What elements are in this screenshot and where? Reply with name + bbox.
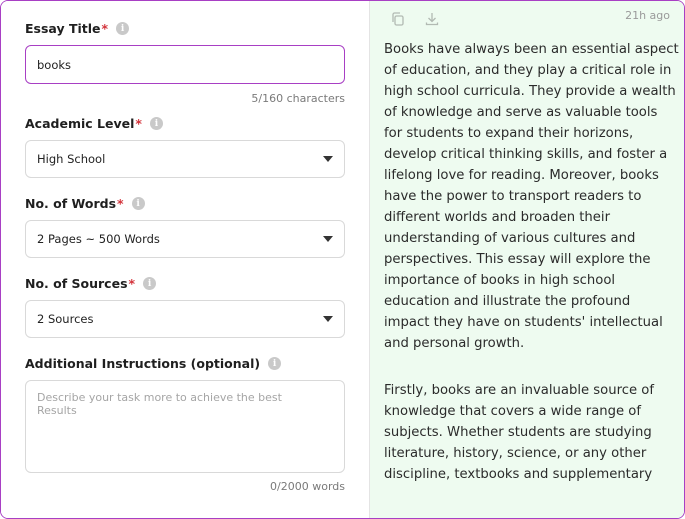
academic-level-value: High School: [37, 152, 106, 166]
essay-paragraph: Books have always been an essential aspe…: [384, 42, 679, 351]
academic-level-select[interactable]: High School: [25, 140, 345, 178]
caret-down-icon: [323, 156, 333, 162]
info-icon[interactable]: i: [131, 197, 145, 210]
download-icon[interactable]: [424, 11, 440, 27]
title-char-counter: 5/160 characters: [251, 92, 345, 105]
caret-down-icon: [323, 236, 333, 242]
required-mark: *: [135, 116, 142, 131]
essay-generator-panel: Essay Title* i 5/160 characters Academic…: [0, 0, 685, 519]
sources-value: 2 Sources: [37, 312, 94, 326]
essay-title-input[interactable]: [25, 45, 345, 84]
word-count-select[interactable]: 2 Pages ~ 500 Words: [25, 220, 345, 258]
sources-select[interactable]: 2 Sources: [25, 300, 345, 338]
instructions-label: Additional Instructions (optional) i: [25, 356, 282, 371]
instructions-word-counter: 0/2000 words: [270, 480, 345, 493]
output-toolbar: [390, 11, 440, 27]
word-count-label: No. of Words * i: [25, 196, 145, 211]
required-mark: *: [128, 276, 136, 291]
required-mark: *: [117, 196, 124, 211]
info-icon[interactable]: i: [143, 277, 157, 290]
copy-icon[interactable]: [390, 11, 406, 27]
required-mark: *: [101, 21, 109, 36]
generated-timestamp: 21h ago: [625, 9, 670, 22]
caret-down-icon: [323, 316, 333, 322]
essay-output: 21h ago Books have always been an essent…: [370, 1, 684, 518]
essay-form: Essay Title* i 5/160 characters Academic…: [1, 1, 370, 518]
info-icon[interactable]: i: [149, 117, 163, 130]
info-icon[interactable]: i: [116, 22, 130, 35]
sources-label: No. of Sources * i: [25, 276, 157, 291]
instructions-textarea[interactable]: [25, 380, 345, 473]
essay-paragraph: Firstly, books are an invaluable source …: [384, 383, 655, 482]
academic-level-label: Academic Level * i: [25, 116, 163, 131]
essay-title-label: Essay Title * i: [25, 21, 130, 36]
word-count-value: 2 Pages ~ 500 Words: [37, 232, 160, 246]
info-icon[interactable]: i: [268, 357, 282, 370]
essay-text: Books have always been an essential aspe…: [384, 39, 679, 511]
